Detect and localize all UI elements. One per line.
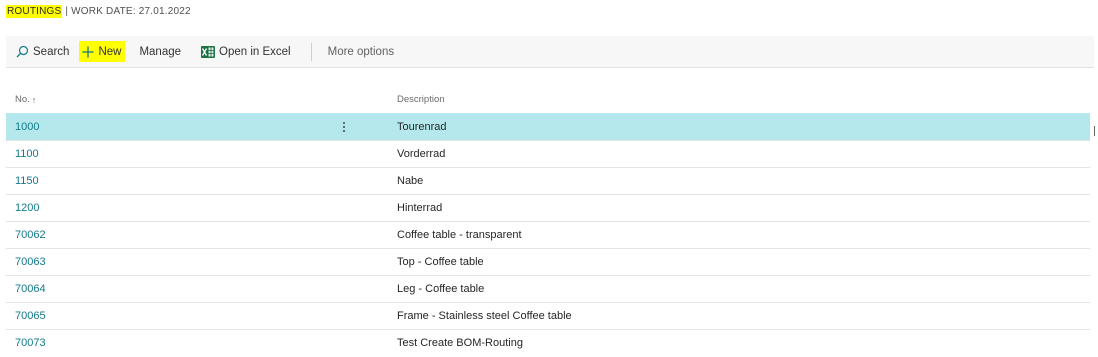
plus-icon bbox=[82, 46, 94, 58]
routings-table: No. ↑ Description 1000 Tourenrad 1100 Vo… bbox=[6, 86, 1090, 356]
open-in-excel-button[interactable]: Open in Excel bbox=[197, 41, 295, 63]
row-description-cell[interactable]: Hinterrad bbox=[389, 202, 1090, 214]
manage-button[interactable]: Manage bbox=[135, 41, 185, 63]
search-button[interactable]: Search bbox=[12, 41, 73, 63]
row-description-cell[interactable]: Test Create BOM-Routing bbox=[389, 337, 1090, 349]
action-separator bbox=[310, 42, 312, 61]
work-date-label: | WORK DATE: 27.01.2022 bbox=[65, 5, 191, 17]
row-no-link[interactable]: 1200 bbox=[15, 202, 39, 214]
row-description-cell[interactable]: Coffee table - transparent bbox=[389, 229, 1090, 241]
table-row[interactable]: 70063 Top - Coffee table bbox=[6, 248, 1090, 275]
row-no-link[interactable]: 1150 bbox=[15, 175, 39, 187]
manage-label: Manage bbox=[139, 45, 182, 58]
action-bar: Search New Manage Open in Excel More opt… bbox=[6, 36, 1094, 68]
row-description-cell[interactable]: Frame - Stainless steel Coffee table bbox=[389, 310, 1090, 322]
row-no-link[interactable]: 70063 bbox=[15, 256, 46, 268]
search-icon bbox=[16, 45, 29, 58]
row-description-cell[interactable]: Leg - Coffee table bbox=[389, 283, 1090, 295]
sort-ascending-icon: ↑ bbox=[31, 94, 37, 105]
table-row[interactable]: 1000 Tourenrad bbox=[6, 113, 1090, 140]
row-no-link[interactable]: 70064 bbox=[15, 283, 46, 295]
column-header-no[interactable]: No. ↑ bbox=[6, 94, 389, 105]
table-header: No. ↑ Description bbox=[6, 86, 1090, 113]
row-no-link[interactable]: 70065 bbox=[15, 310, 46, 322]
search-label: Search bbox=[33, 45, 70, 58]
row-no-cell[interactable]: 70063 bbox=[6, 249, 389, 275]
table-row[interactable]: 70062 Coffee table - transparent bbox=[6, 221, 1090, 248]
row-no-link[interactable]: 70073 bbox=[15, 337, 46, 349]
excel-icon bbox=[201, 45, 216, 58]
new-button[interactable]: New bbox=[79, 41, 126, 62]
row-no-cell[interactable]: 1000 bbox=[6, 114, 389, 140]
table-row[interactable]: 1150 Nabe bbox=[6, 167, 1090, 194]
row-no-cell[interactable]: 1200 bbox=[6, 195, 389, 221]
page-title: ROUTINGS | WORK DATE: 27.01.2022 bbox=[6, 4, 191, 18]
row-no-cell[interactable]: 70065 bbox=[6, 303, 389, 329]
new-label: New bbox=[98, 45, 122, 58]
row-no-link[interactable]: 1100 bbox=[15, 148, 39, 160]
more-options-label: More options bbox=[327, 45, 395, 58]
table-row[interactable]: 70073 Test Create BOM-Routing bbox=[6, 329, 1090, 356]
scroll-edge-marker bbox=[1094, 126, 1098, 136]
open-in-excel-label: Open in Excel bbox=[219, 45, 291, 58]
column-header-description[interactable]: Description bbox=[389, 94, 1090, 105]
table-row[interactable]: 70064 Leg - Coffee table bbox=[6, 275, 1090, 302]
page: ROUTINGS | WORK DATE: 27.01.2022 Search … bbox=[0, 0, 1098, 357]
more-options-button[interactable]: More options bbox=[324, 41, 398, 63]
table-row[interactable]: 1100 Vorderrad bbox=[6, 140, 1090, 167]
row-description-cell[interactable]: Nabe bbox=[389, 175, 1090, 187]
row-no-link[interactable]: 1000 bbox=[15, 121, 39, 133]
row-no-cell[interactable]: 1100 bbox=[6, 141, 389, 167]
row-no-cell[interactable]: 70062 bbox=[6, 222, 389, 248]
row-no-link[interactable]: 70062 bbox=[15, 229, 46, 241]
table-row[interactable]: 70065 Frame - Stainless steel Coffee tab… bbox=[6, 302, 1090, 329]
kebab-menu-icon[interactable] bbox=[340, 119, 348, 135]
column-header-no-label: No. bbox=[15, 94, 30, 105]
row-no-cell[interactable]: 1150 bbox=[6, 168, 389, 194]
table-row[interactable]: 1200 Hinterrad bbox=[6, 194, 1090, 221]
row-description-cell[interactable]: Top - Coffee table bbox=[389, 256, 1090, 268]
page-title-highlight: ROUTINGS bbox=[6, 4, 63, 18]
row-no-cell[interactable]: 70064 bbox=[6, 276, 389, 302]
row-description-cell[interactable]: Vorderrad bbox=[389, 148, 1090, 160]
row-description-cell[interactable]: Tourenrad bbox=[389, 121, 1090, 133]
row-no-cell[interactable]: 70073 bbox=[6, 330, 389, 356]
